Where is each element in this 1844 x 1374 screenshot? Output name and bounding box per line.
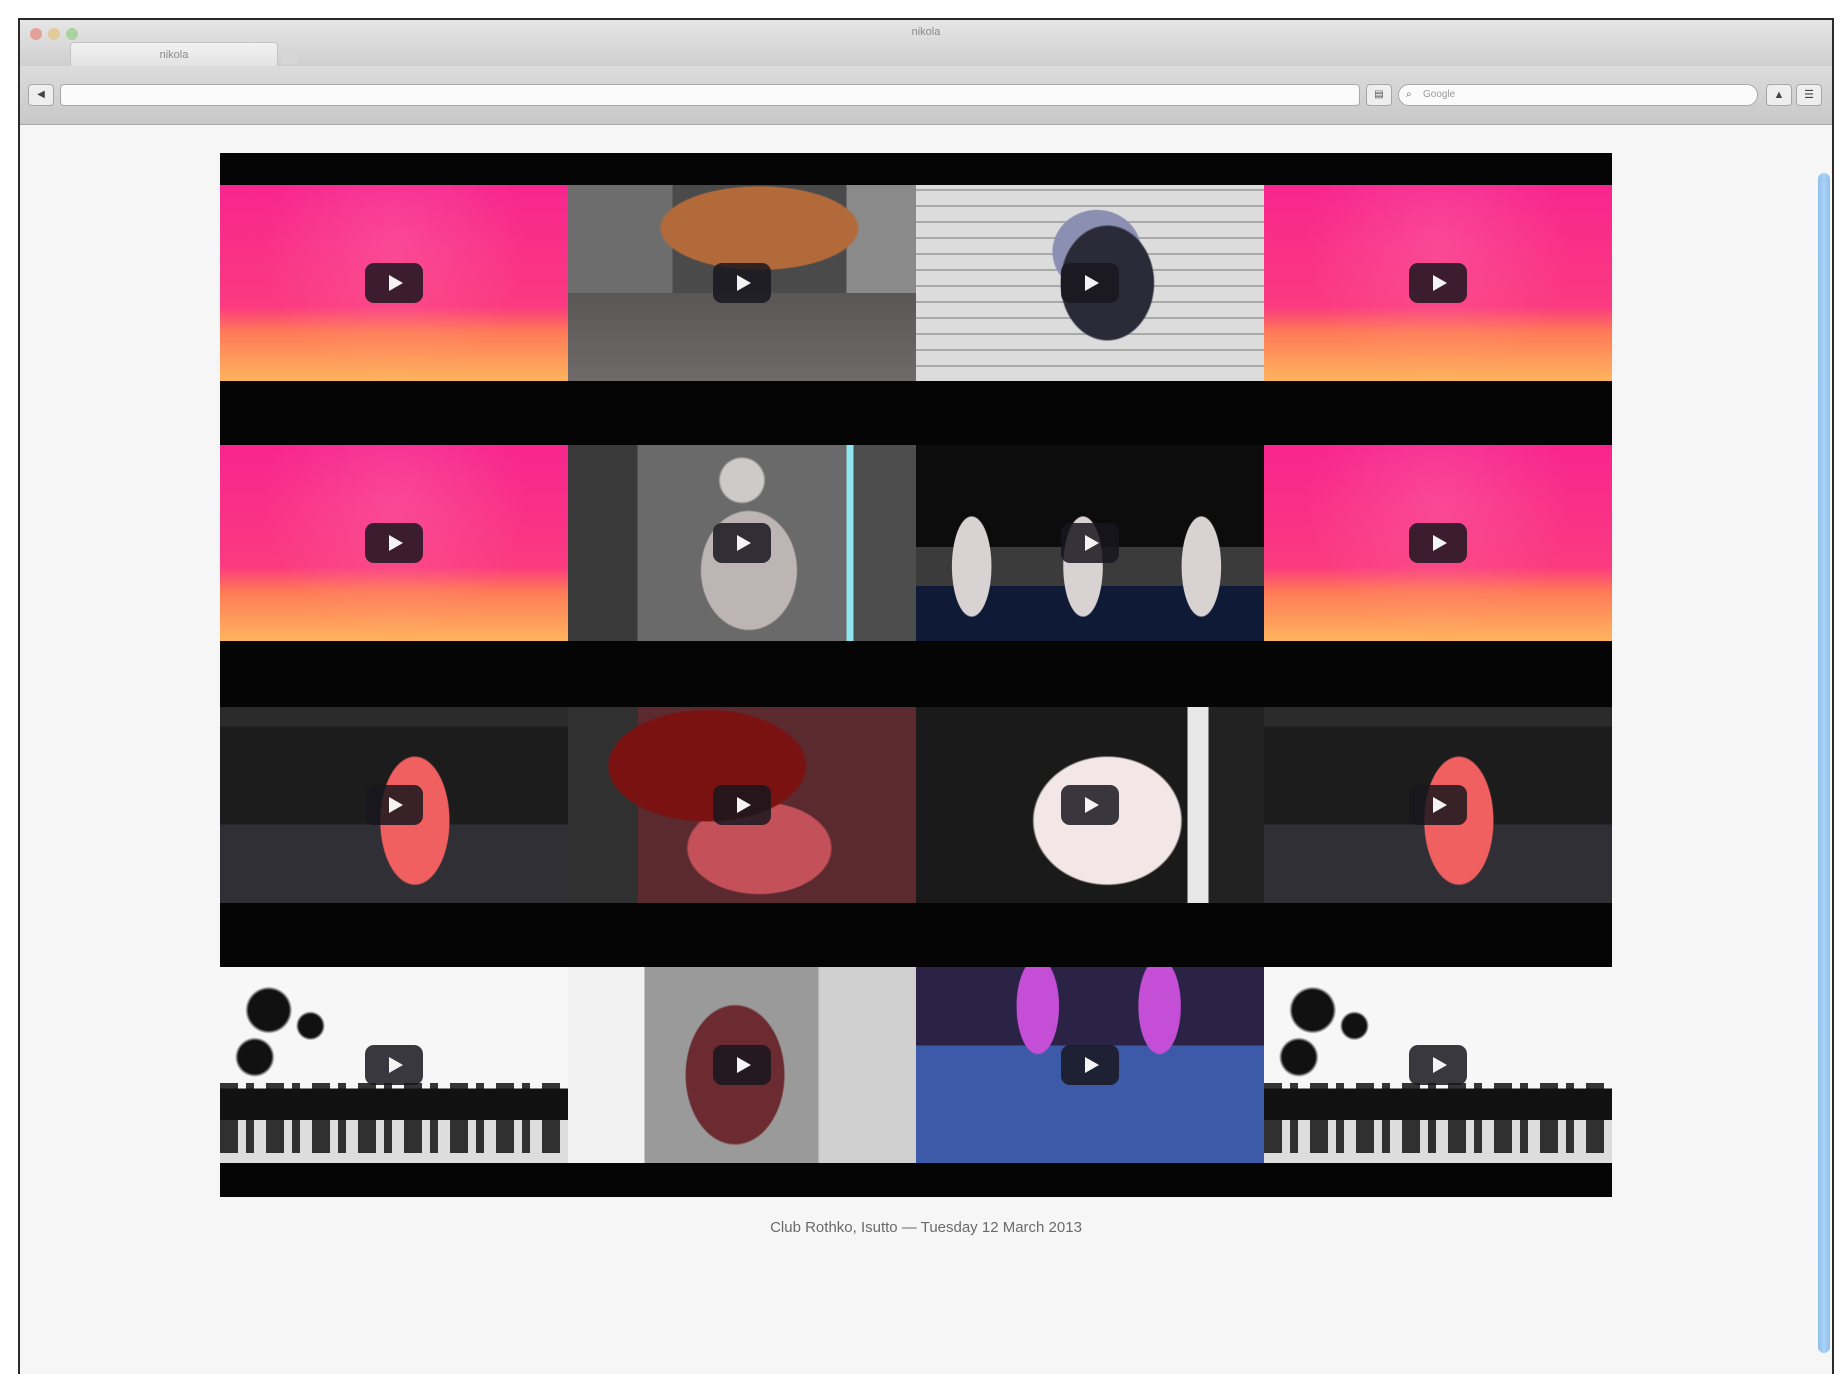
video-tile[interactable] <box>568 445 916 641</box>
browser-toolbar: ◀ ▤ ⌕ Google ▲ ☰ <box>20 66 1832 125</box>
play-icon[interactable] <box>1409 523 1467 563</box>
video-tile[interactable] <box>220 707 568 903</box>
play-icon[interactable] <box>365 523 423 563</box>
play-icon[interactable] <box>365 1045 423 1085</box>
video-tile[interactable] <box>220 967 568 1163</box>
menu-button[interactable]: ☰ <box>1796 84 1822 106</box>
share-icon: ▲ <box>1773 89 1785 101</box>
play-icon[interactable] <box>1061 785 1119 825</box>
play-icon[interactable] <box>1409 785 1467 825</box>
video-tile[interactable] <box>220 445 568 641</box>
video-row <box>220 185 1612 381</box>
play-icon[interactable] <box>365 785 423 825</box>
play-icon[interactable] <box>1061 1045 1119 1085</box>
search-placeholder: Google <box>1423 89 1456 100</box>
video-wall <box>220 153 1612 1197</box>
back-arrow-icon: ◀ <box>37 89 45 100</box>
reader-button[interactable]: ▤ <box>1366 84 1392 106</box>
play-icon[interactable] <box>365 263 423 303</box>
video-tile[interactable] <box>916 967 1264 1163</box>
menu-icon: ☰ <box>1804 89 1814 101</box>
video-row <box>220 707 1612 903</box>
share-button[interactable]: ▲ <box>1766 84 1792 106</box>
page-caption: Club Rothko, Isutto — Tuesday 12 March 2… <box>770 1219 1082 1236</box>
video-row <box>220 967 1612 1163</box>
video-tile[interactable] <box>1264 185 1612 381</box>
video-tile[interactable] <box>1264 707 1612 903</box>
video-tile[interactable] <box>1264 445 1612 641</box>
search-field[interactable]: ⌕ Google <box>1398 84 1758 106</box>
video-tile[interactable] <box>916 445 1264 641</box>
play-icon[interactable] <box>713 1045 771 1085</box>
browser-window: nikola nikola ◀ ▤ ⌕ Google ▲ ☰ Club Roth… <box>18 18 1834 1374</box>
video-tile[interactable] <box>568 967 916 1163</box>
scrollbar[interactable] <box>1818 173 1830 1353</box>
video-row <box>220 445 1612 641</box>
play-icon[interactable] <box>1409 1045 1467 1085</box>
video-tile[interactable] <box>1264 967 1612 1163</box>
window-title: nikola <box>911 26 941 38</box>
play-icon[interactable] <box>1061 523 1119 563</box>
play-icon[interactable] <box>713 785 771 825</box>
back-button[interactable]: ◀ <box>28 84 54 106</box>
video-tile[interactable] <box>220 185 568 381</box>
video-tile[interactable] <box>568 185 916 381</box>
browser-tab[interactable]: nikola <box>70 42 278 66</box>
address-bar[interactable] <box>60 84 1360 106</box>
page-content: Club Rothko, Isutto — Tuesday 12 March 2… <box>20 125 1832 1374</box>
search-icon: ⌕ <box>1406 89 1412 100</box>
reader-icon: ▤ <box>1374 89 1384 100</box>
play-icon[interactable] <box>1409 263 1467 303</box>
play-icon[interactable] <box>1061 263 1119 303</box>
new-tab-button[interactable] <box>282 48 298 64</box>
video-tile[interactable] <box>916 185 1264 381</box>
video-tile[interactable] <box>568 707 916 903</box>
video-tile[interactable] <box>916 707 1264 903</box>
play-icon[interactable] <box>713 263 771 303</box>
title-bar: nikola nikola <box>20 20 1832 66</box>
play-icon[interactable] <box>713 523 771 563</box>
